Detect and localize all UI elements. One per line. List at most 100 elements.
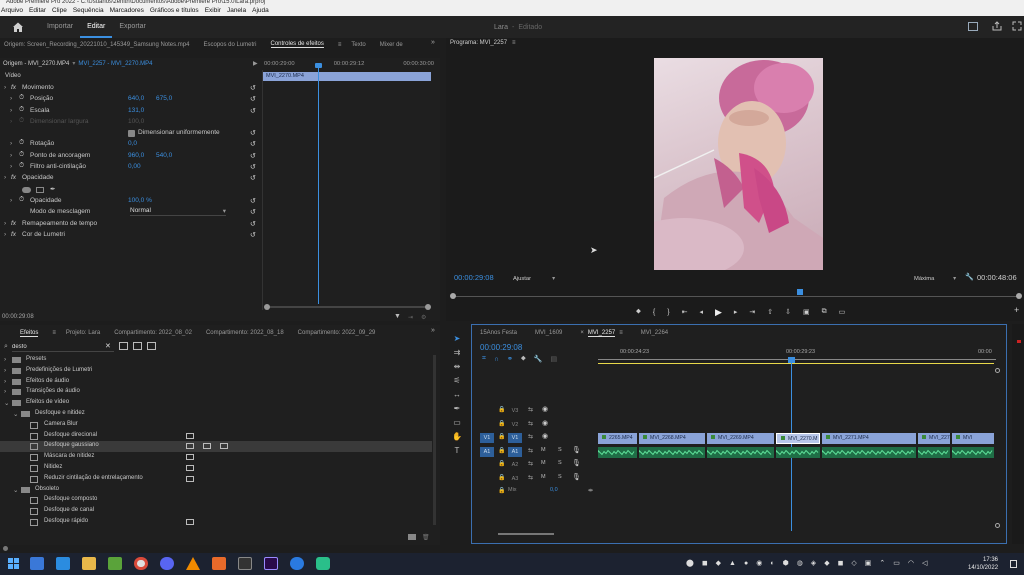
track-label[interactable]: A1: [508, 446, 522, 457]
stopwatch-icon[interactable]: ⏱: [19, 139, 24, 147]
tray-icon-13[interactable]: ◇: [851, 559, 856, 567]
notification-icon[interactable]: [1010, 560, 1017, 568]
expand-chevron-icon[interactable]: ›: [10, 163, 12, 170]
fx-badge-icon[interactable]: fx: [11, 231, 16, 238]
sync-lock-icon[interactable]: ⇆: [528, 474, 533, 481]
file-explorer-icon[interactable]: [82, 557, 96, 570]
timeline-timecode[interactable]: 00:00:29:08: [480, 343, 522, 352]
expand-chevron-icon[interactable]: ›: [10, 140, 12, 147]
chrome-icon[interactable]: [134, 557, 148, 570]
effects-tree-item[interactable]: Desfoque gaussiano: [0, 441, 432, 453]
step-forward-icon[interactable]: ▸: [734, 308, 738, 316]
expand-chevron-icon[interactable]: ›: [4, 231, 6, 238]
timeline-tab-0[interactable]: 15Anos Festa: [480, 330, 517, 336]
tray-icon-10[interactable]: ◈: [811, 559, 816, 567]
effects-tree-item[interactable]: ⌄ Obsoleto: [0, 485, 432, 496]
solo-button[interactable]: S: [558, 447, 562, 453]
ec-play-icon[interactable]: ▶: [253, 60, 258, 67]
eye-icon[interactable]: ◉: [542, 432, 548, 440]
mute-button[interactable]: M: [541, 474, 546, 480]
ec-param-value-2[interactable]: 675,0: [156, 95, 172, 102]
ec-scroll-handle-left[interactable]: [264, 304, 270, 310]
effects-panel-expand-icon[interactable]: »: [431, 327, 435, 334]
stopwatch-icon[interactable]: ⏱: [19, 117, 24, 125]
effects-tree-item[interactable]: Desfoque de canal: [0, 506, 432, 517]
taskview-icon[interactable]: [30, 557, 44, 570]
tray-icon-14[interactable]: ▣: [865, 559, 872, 567]
mic-icon[interactable]: 🎙: [572, 459, 581, 467]
effects-tree-item[interactable]: › Presets: [0, 355, 432, 366]
captions-icon[interactable]: ▤: [550, 355, 557, 363]
clear-search-icon[interactable]: ✕: [105, 342, 111, 350]
lift-icon[interactable]: ⇧: [767, 308, 773, 316]
program-playhead-marker[interactable]: [797, 289, 803, 295]
lock-icon[interactable]: 🔒: [498, 487, 505, 494]
video-clip[interactable]: MVI_2268.MP4: [639, 433, 705, 444]
pen-mask-icon[interactable]: ✒: [50, 185, 55, 193]
timeline-hscroll[interactable]: [498, 533, 554, 535]
effects-search-input[interactable]: [12, 342, 114, 352]
add-button-icon[interactable]: +: [1014, 305, 1019, 315]
chevron-right-icon[interactable]: ›: [4, 356, 6, 363]
stopwatch-icon[interactable]: ⏱: [19, 196, 24, 204]
timeline-tab-1[interactable]: MVI_1609: [535, 330, 562, 336]
filter-icon[interactable]: ▼: [394, 313, 401, 320]
audio-clip[interactable]: [952, 446, 994, 458]
effects-tree-item[interactable]: Nitidez: [0, 463, 432, 474]
rect-mask-icon[interactable]: [36, 186, 44, 193]
mic-icon[interactable]: 🎙: [572, 446, 581, 454]
yuv-filter-icon[interactable]: [147, 342, 156, 350]
ec-param-value[interactable]: 0,00: [128, 163, 141, 170]
close-tab-icon[interactable]: ×: [580, 330, 584, 336]
timeline-settings-icon[interactable]: 🔧: [534, 355, 543, 363]
snap-icon[interactable]: ∩: [494, 356, 499, 363]
multicam-icon[interactable]: ⧉: [822, 308, 827, 316]
accelerated-filter-icon[interactable]: [119, 342, 128, 350]
uniform-scale-checkbox[interactable]: [128, 130, 135, 138]
video-clip[interactable]: MVI_2269.MP4: [707, 433, 774, 444]
track-label[interactable]: A2: [508, 460, 522, 470]
stopwatch-icon[interactable]: ⏱: [19, 162, 24, 170]
eye-icon[interactable]: ◉: [542, 419, 548, 427]
menu-item-3[interactable]: Sequência: [73, 7, 104, 14]
video-clip[interactable]: MVI_2271.MP4: [822, 433, 916, 444]
video-clip[interactable]: MVI: [952, 433, 994, 444]
go-to-out-icon[interactable]: ⇥: [749, 308, 755, 316]
fit-dropdown[interactable]: Ajustar ▾: [513, 274, 555, 283]
effects-tab-1[interactable]: Projeto: Lara: [66, 330, 100, 336]
go-to-in-icon[interactable]: ⇤: [682, 308, 688, 316]
extract-icon[interactable]: ⇩: [785, 308, 791, 316]
menu-item-7[interactable]: Janela: [227, 7, 246, 14]
audio-clip[interactable]: [776, 446, 820, 458]
mark-out-icon[interactable]: }: [667, 309, 669, 316]
rectangle-tool-icon[interactable]: ▭: [453, 418, 461, 427]
quality-dropdown[interactable]: Máxima ▾: [914, 274, 956, 283]
stopwatch-icon[interactable]: ⏱: [19, 106, 24, 114]
effects-tree-item[interactable]: ⌄ Desfoque e nitidez: [0, 409, 432, 420]
effects-tab-menu-icon[interactable]: ≡: [52, 330, 56, 336]
ec-param-value[interactable]: 960,0: [128, 152, 144, 159]
tray-icon-3[interactable]: ◆: [716, 559, 721, 567]
expand-chevron-icon[interactable]: ›: [10, 95, 12, 102]
expand-chevron-icon[interactable]: ›: [10, 152, 12, 159]
fx-badge-icon[interactable]: fx: [11, 174, 16, 181]
new-bin-icon[interactable]: [408, 534, 416, 540]
lock-icon[interactable]: 🔒: [498, 406, 505, 413]
header-tab-1[interactable]: Editar: [80, 16, 113, 38]
tray-icon-4[interactable]: ▲: [729, 560, 736, 567]
video-clip[interactable]: 2265.MP4: [598, 433, 637, 444]
fx-badge-icon[interactable]: fx: [11, 220, 16, 227]
source-tab-3[interactable]: Texto: [351, 42, 365, 48]
lock-icon[interactable]: 🔒: [498, 433, 505, 440]
tray-icon-8[interactable]: ⬢: [783, 559, 789, 567]
reset-icon[interactable]: ↺: [250, 140, 256, 148]
mark-in-icon[interactable]: {: [653, 309, 655, 316]
video-clip[interactable]: MVI_2270.M: [776, 433, 820, 444]
header-tab-2[interactable]: Exportar: [112, 16, 152, 38]
effects-tree-item[interactable]: Desfoque rápido: [0, 517, 432, 528]
effects-scrollbar[interactable]: [433, 355, 436, 525]
ec-param-value[interactable]: 131,0: [128, 107, 144, 114]
effects-tree-item[interactable]: Máscara de nitidez: [0, 452, 432, 463]
source-tab-2[interactable]: Controles de efeitos: [270, 41, 324, 48]
chevron-right-icon[interactable]: ›: [4, 367, 6, 374]
